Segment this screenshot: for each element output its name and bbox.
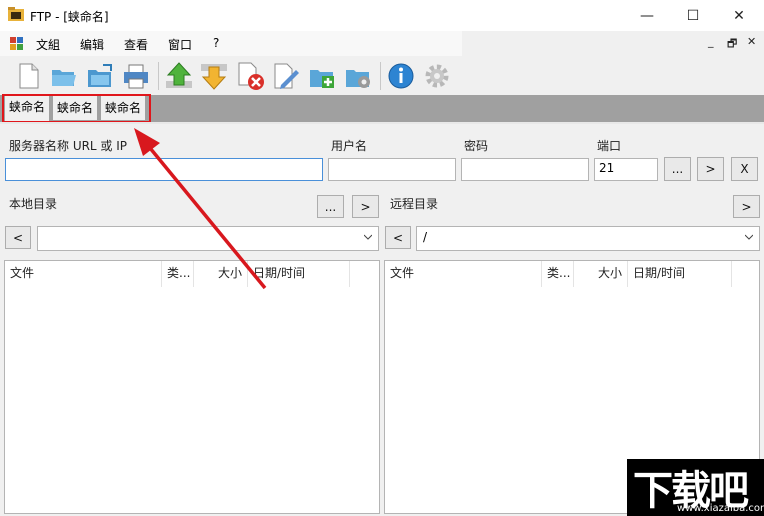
save-folder-icon[interactable] [85,61,115,91]
column-header-file[interactable]: 文件 [385,261,542,287]
column-header-type[interactable]: 类... [162,261,194,287]
connection-more-button[interactable]: ... [664,157,691,181]
new-file-icon[interactable] [14,61,44,91]
close-icon: ✕ [733,7,745,24]
delete-icon[interactable] [235,61,265,91]
chevron-down-icon [364,234,372,240]
mdi-child-icon[interactable] [10,37,24,51]
port-label: 端口 [597,139,622,153]
remote-path-value: / [423,230,428,244]
close-button[interactable]: ✕ [716,0,762,31]
disconnect-button[interactable]: X [731,157,758,181]
connect-button[interactable]: > [697,157,724,181]
local-browse-button[interactable]: ... [317,195,344,218]
password-label: 密码 [464,139,489,153]
local-go-button[interactable]: > [352,195,379,218]
server-input[interactable] [5,158,323,181]
menu-file[interactable]: 文組 [36,36,60,53]
remote-go-button[interactable]: > [733,195,760,218]
user-input[interactable] [328,158,456,181]
minimize-button[interactable]: — [624,0,670,31]
print-icon[interactable] [121,61,151,91]
app-folder-icon [8,7,24,21]
local-file-list[interactable]: 文件 类... 大小 日期/时间 [4,260,380,514]
menu-band [0,31,462,56]
edit-icon[interactable] [271,61,301,91]
open-folder-icon[interactable] [49,61,79,91]
column-header-size[interactable]: 大小 [574,261,628,287]
remote-path-combo[interactable]: / [416,226,760,251]
column-header-size[interactable]: 大小 [194,261,248,287]
local-back-button[interactable]: < [5,226,31,249]
chevron-down-icon [745,234,753,240]
port-input[interactable]: 21 [594,158,658,181]
content-separator [0,122,764,124]
upload-icon[interactable] [164,61,194,91]
column-header-file[interactable]: 文件 [5,261,162,287]
maximize-icon: ☐ [686,7,700,24]
menu-edit[interactable]: 编辑 [80,36,104,53]
menu-view[interactable]: 查看 [124,36,148,53]
watermark-url: www.xiazaiba.com [677,503,764,514]
server-label: 服务器名称 URL 或 IP [9,139,128,153]
mdi-minimize-button[interactable]: _ [708,35,714,48]
toolbar-separator [380,62,381,90]
password-input[interactable] [461,158,589,181]
remote-back-button[interactable]: < [385,226,411,249]
local-path-combo[interactable] [37,226,379,251]
menu-window[interactable]: 窗口 [168,36,192,53]
remote-dir-label: 远程目录 [390,197,439,211]
menu-help[interactable]: ? [213,36,219,50]
download-icon[interactable] [199,61,229,91]
column-header-type[interactable]: 类... [542,261,574,287]
settings-gear-icon[interactable] [422,61,452,91]
mdi-close-button[interactable]: ✕ [747,35,756,48]
window-title: FTP - [蛱命名] [30,10,109,24]
minimize-icon: — [640,7,654,24]
user-label: 用户名 [331,139,368,153]
mdi-restore-button[interactable]: 🗗 [727,35,737,54]
column-header-date[interactable]: 日期/时间 [248,261,350,287]
maximize-button[interactable]: ☐ [670,0,716,31]
new-folder-icon[interactable] [307,61,337,91]
folder-settings-icon[interactable] [343,61,373,91]
local-dir-label: 本地目录 [9,197,58,211]
toolbar-separator [158,62,159,90]
column-header-date[interactable]: 日期/时间 [628,261,732,287]
tab-highlight-box [2,94,151,123]
info-icon[interactable] [386,61,416,91]
